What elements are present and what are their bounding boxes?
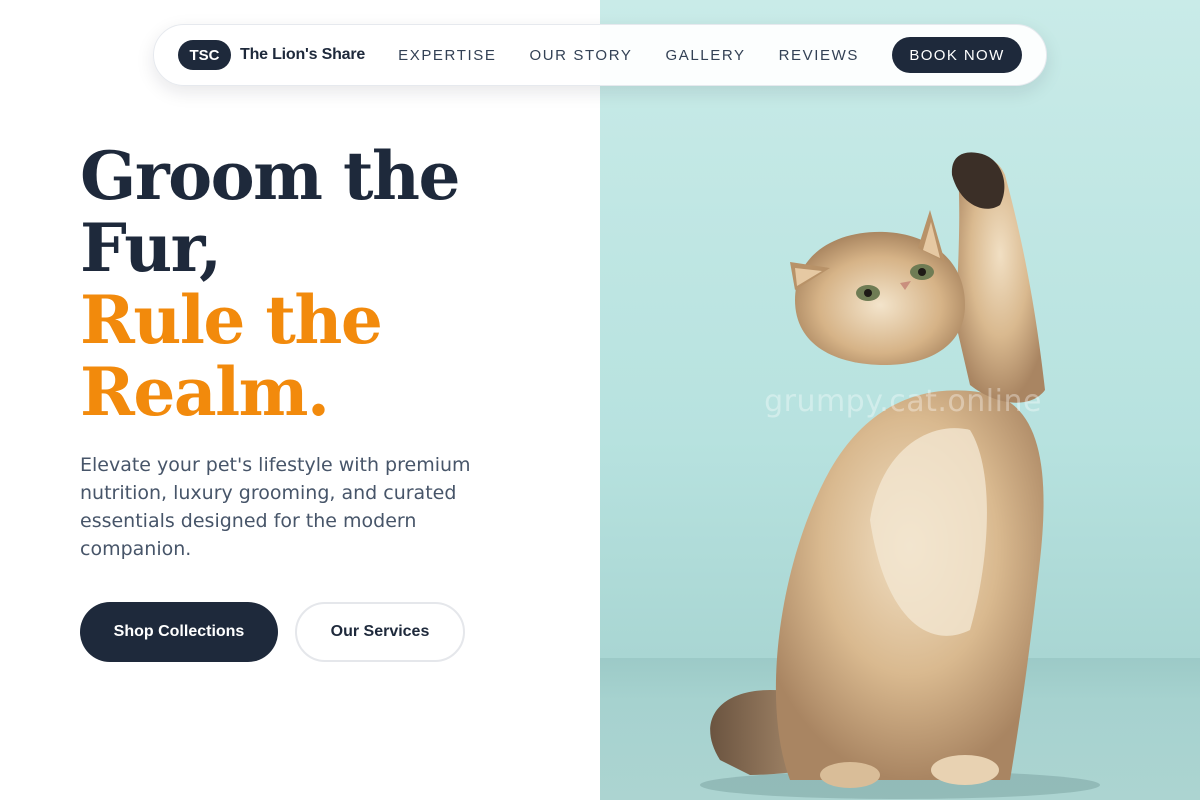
- nav-links: EXPERTISE OUR STORY GALLERY REVIEWS BOOK…: [398, 37, 1022, 73]
- hero-headline: Groom the Fur, Rule the Realm.: [80, 140, 580, 428]
- headline-line-2: Fur,: [80, 209, 222, 287]
- book-now-button[interactable]: BOOK NOW: [892, 37, 1022, 73]
- headline-accent-line-1: Rule the: [80, 281, 383, 359]
- our-services-button[interactable]: Our Services: [295, 602, 465, 662]
- nav-link-gallery[interactable]: GALLERY: [665, 47, 745, 64]
- brand-logo[interactable]: TSC The Lion's Share: [178, 40, 365, 70]
- nav-link-our-story[interactable]: OUR STORY: [529, 47, 632, 64]
- nav-link-expertise[interactable]: EXPERTISE: [398, 47, 496, 64]
- nav-link-reviews[interactable]: REVIEWS: [779, 47, 859, 64]
- top-navigation: TSC The Lion's Share EXPERTISE OUR STORY…: [153, 24, 1047, 86]
- brand-badge: TSC: [178, 40, 231, 70]
- brand-name: The Lion's Share: [240, 46, 366, 63]
- headline-accent-line-2: Realm.: [80, 353, 330, 431]
- hero-image: grumpy.cat.online: [600, 0, 1200, 800]
- shop-collections-button[interactable]: Shop Collections: [80, 602, 278, 662]
- hero-subtext: Elevate your pet's lifestyle with premiu…: [80, 454, 471, 560]
- image-watermark: grumpy.cat.online: [764, 384, 1042, 419]
- headline-line-1: Groom the: [80, 137, 460, 215]
